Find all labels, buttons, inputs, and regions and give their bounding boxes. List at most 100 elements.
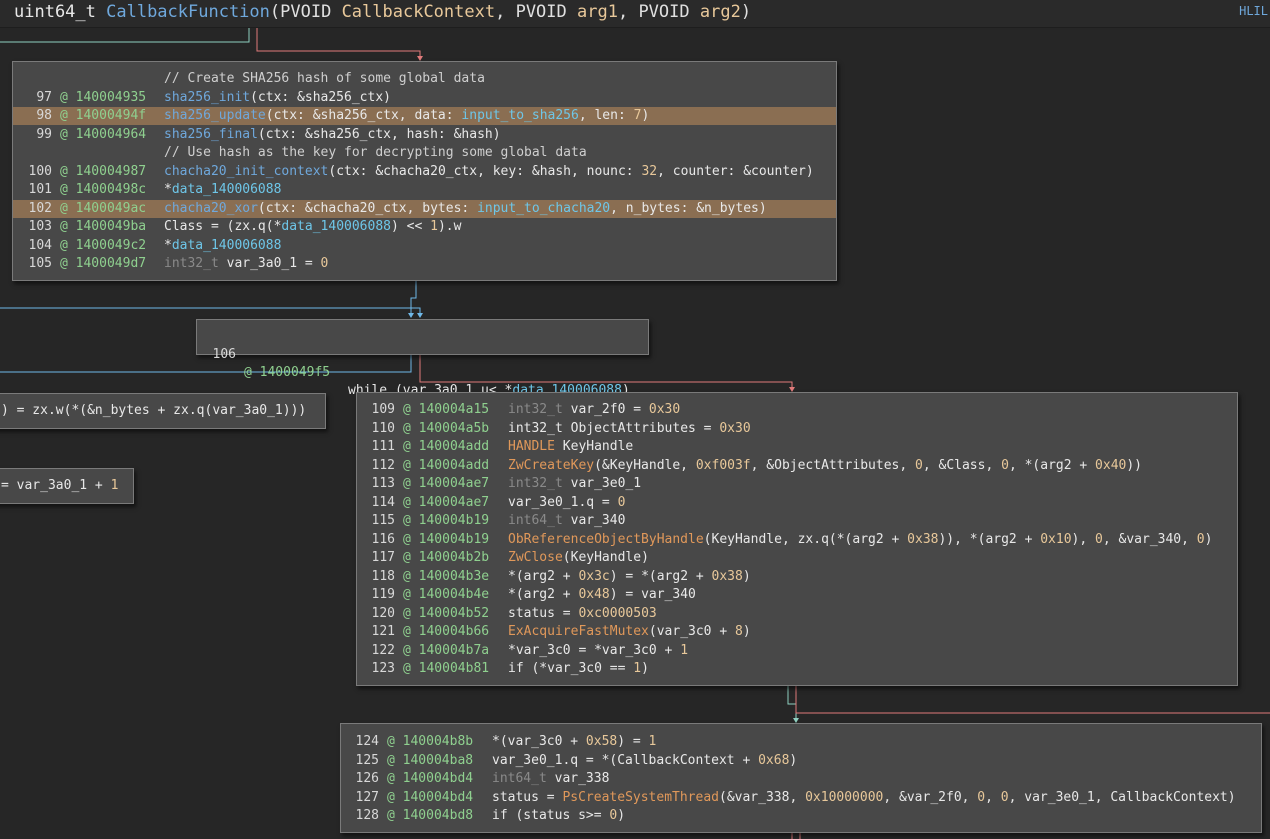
address-value[interactable]: 140004bd4 [403,790,473,805]
address-value[interactable]: 140004b7a [419,643,489,658]
token-fn2[interactable]: HANDLE [508,439,563,454]
token-fn2[interactable]: ZwClose [508,550,563,565]
address-value[interactable]: 140004964 [76,127,146,142]
address-value[interactable]: 140004b19 [419,532,489,547]
code-line[interactable]: 127 @ 140004bd4 status = PsCreateSystemThr… [341,789,1261,807]
token-fn[interactable]: sha256_update [164,108,266,123]
address-value[interactable]: 1400049ba [76,219,146,234]
address-value[interactable]: 14000498c [76,182,146,197]
code-line[interactable]: 104 @ 1400049c2 *data_140006088 [13,237,836,255]
line-number: 119 [371,587,395,602]
token-fn[interactable]: chacha20_init_context [164,164,328,179]
code-line[interactable]: 115 @ 140004b19 int64_t var_340 [357,512,1237,530]
address: @ 140004b4e [403,586,489,604]
token-plain: , counter: &counter) [657,163,814,179]
address-value[interactable]: 140004b66 [419,624,489,639]
code-line[interactable]: 111 @ 140004add HANDLE KeyHandle [357,438,1237,456]
code-line[interactable]: 118 @ 140004b3e *(arg2 + 0x3c) = *(arg2 + … [357,568,1237,586]
code-line[interactable]: 101 @ 14000498c *data_140006088 [13,181,836,199]
code-line[interactable]: 117 @ 140004b2b ZwClose(KeyHandle) [357,549,1237,567]
token-fn2[interactable]: ExAcquireFastMutex [508,624,649,639]
code-line[interactable]: 128 @ 140004bd8 if (status s>= 0) [341,807,1261,825]
address: @ 140004b66 [403,623,489,641]
address-value[interactable]: 140004b3e [419,569,489,584]
basic-block-create-thread[interactable]: 124 @ 140004b8b *(var_3c0 + 0x58) = 1 125 @ … [340,723,1262,833]
code-line[interactable]: 106 @ 1400049f5 while (var_3a0_1 u< *dat… [197,328,648,398]
address-value[interactable]: 140004bd8 [403,808,473,823]
address-value[interactable]: 140004987 [76,164,146,179]
token-fn[interactable]: chacha20_xor [164,201,258,216]
code-line[interactable]: 112 @ 140004add ZwCreateKey(&KeyHandle, 0x… [357,457,1237,475]
basic-block-registry-key[interactable]: 109 @ 140004a15 int32_t var_2f0 = 0x30 110 @… [356,392,1238,686]
token-fn[interactable]: sha256_final [164,127,258,142]
code-line[interactable]: = var_3a0_1 + 1 [0,477,133,495]
address-value[interactable]: 1400049c2 [76,238,146,253]
address-value[interactable]: 1400049d7 [76,256,146,271]
code-line[interactable]: 114 @ 140004ae7 var_3e0_1.q = 0 [357,494,1237,512]
address-value[interactable]: 140004a15 [419,402,489,417]
code-line[interactable]: 97 @ 140004935 sha256_init(ctx: &sha256_ct… [13,89,836,107]
basic-block-loop-body-partial[interactable]: ) = zx.w(*(&n_bytes + zx.q(var_3a0_1))) [0,393,326,429]
code-line[interactable]: 119 @ 140004b4e *(arg2 + 0x48) = var_340 [357,586,1237,604]
comment-line[interactable]: // Use hash as the key for decrypting so… [13,144,836,162]
token-num: 0xc0000503 [578,605,657,621]
address-value[interactable]: 140004b19 [419,513,489,528]
address: @ 140004b81 [403,660,489,678]
code-line[interactable]: 126 @ 140004bd4 int64_t var_338 [341,770,1261,788]
address-value[interactable]: 14000494f [76,108,146,123]
code-line[interactable]: 99 @ 140004964 sha256_final(ctx: &sha256_c… [13,126,836,144]
address-value[interactable]: 140004a5b [419,421,489,436]
at-sign: @ [403,494,419,510]
code-line[interactable]: 123 @ 140004b81 if (*var_3c0 == 1) [357,660,1237,678]
code-line[interactable]: 121 @ 140004b66 ExAcquireFastMutex(var_3c0… [357,623,1237,641]
address-value[interactable]: 140004bd4 [403,771,473,786]
at-sign: @ [387,752,403,768]
code-line-highlighted[interactable]: 102 @ 1400049ac chacha20_xor(ctx: &chacha2… [13,199,836,218]
address-value[interactable]: 140004b81 [419,661,489,676]
at-sign: @ [403,624,419,639]
token-data[interactable]: data_140006088 [172,238,282,253]
address-value[interactable]: 140004b8b [403,734,473,749]
edge-if-true [787,686,797,721]
token-data[interactable]: input_to_chacha20 [477,201,610,216]
at-sign: @ [403,420,419,436]
comment-line[interactable]: // Create SHA256 hash of some global dat… [13,70,836,88]
address-value[interactable]: 140004ba8 [403,753,473,768]
basic-block-sha256-chacha20[interactable]: // Create SHA256 hash of some global dat… [12,61,837,281]
token-data[interactable]: data_140006088 [172,182,282,197]
at-sign: @ [387,808,403,823]
code-line[interactable]: 125 @ 140004ba8 var_3e0_1.q = *(CallbackCo… [341,752,1261,770]
token-fn2[interactable]: ZwCreateKey [508,458,594,473]
token-plain: Class = (zx.q(* [164,219,282,234]
address-value[interactable]: 140004ae7 [419,495,489,510]
code-line[interactable]: 113 @ 140004ae7 int32_t var_3e0_1 [357,475,1237,493]
basic-block-while-loop[interactable]: 106 @ 1400049f5 while (var_3a0_1 u< *dat… [196,319,649,398]
code-line[interactable]: 100 @ 140004987 chacha20_init_context(ctx:… [13,163,836,181]
token-fn2[interactable]: PsCreateSystemThread [562,790,719,805]
address-value[interactable]: 140004ae7 [419,476,489,491]
code-line[interactable]: 109 @ 140004a15 int32_t var_2f0 = 0x30 [357,401,1237,419]
code-line[interactable]: 103 @ 1400049ba Class = (zx.q(*data_140006… [13,218,836,236]
code-line[interactable]: ) = zx.w(*(&n_bytes + zx.q(var_3a0_1))) [0,402,325,420]
address-value[interactable]: 140004b4e [419,587,489,602]
address-value[interactable]: 140004add [419,439,489,454]
token-data[interactable]: input_to_sha256 [461,108,578,123]
address-value[interactable]: 140004935 [76,90,146,105]
basic-block-loop-increment-partial[interactable]: = var_3a0_1 + 1 [0,468,134,504]
address-value[interactable]: 140004add [419,458,489,473]
code-line-highlighted[interactable]: 98 @ 14000494f sha256_update(ctx: &sha256_… [13,107,836,125]
token-fn2[interactable]: ObReferenceObjectByHandle [508,532,704,547]
code-line[interactable]: 120 @ 140004b52 status = 0xc0000503 [357,605,1237,623]
token-fn[interactable]: sha256_init [164,90,250,105]
code-line[interactable]: 110 @ 140004a5b int32_t ObjectAttributes =… [357,420,1237,438]
code-text: status = 0xc0000503 [508,605,657,623]
address-value[interactable]: 140004b52 [419,606,489,621]
code-line[interactable]: 116 @ 140004b19 ObReferenceObjectByHandle(… [357,531,1237,549]
code-line[interactable]: 122 @ 140004b7a *var_3c0 = *var_3c0 + 1 [357,642,1237,660]
token-plain: (ctx: &sha256_ctx, hash: &hash) [257,126,501,142]
address-value[interactable]: 1400049ac [76,201,146,216]
address-value[interactable]: 140004b2b [419,550,489,565]
token-data[interactable]: data_140006088 [281,219,391,234]
code-line[interactable]: 105 @ 1400049d7 int32_t var_3a0_1 = 0 [13,255,836,273]
code-line[interactable]: 124 @ 140004b8b *(var_3c0 + 0x58) = 1 [341,733,1261,751]
